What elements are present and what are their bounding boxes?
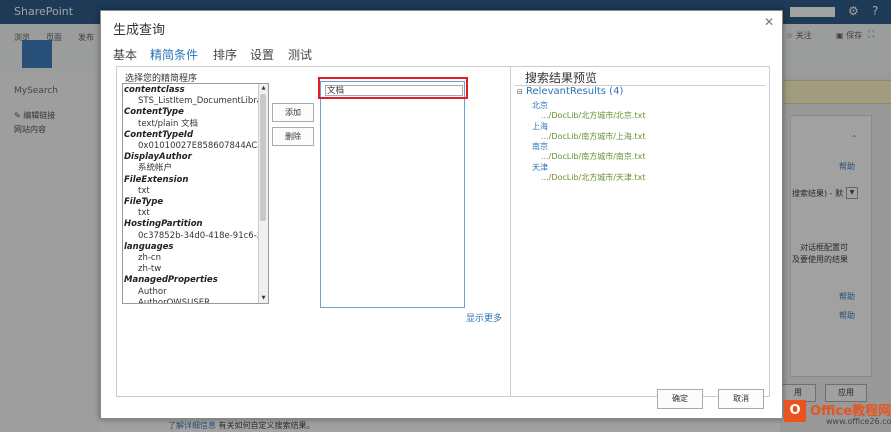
tab-test[interactable]: 测试 (288, 46, 312, 63)
tab-settings[interactable]: 设置 (250, 46, 274, 63)
scroll-down-icon[interactable]: ▼ (259, 294, 268, 303)
refiner-value[interactable]: 0c37852b-34d0-418e-91c6-2 (123, 230, 268, 242)
preview-title: 搜索结果预览 (525, 71, 598, 85)
close-icon[interactable]: ✕ (764, 15, 774, 29)
relevant-results-label[interactable]: RelevantResults (4) (526, 86, 623, 97)
refiner-group-header[interactable]: HostingPartition (123, 218, 256, 230)
result-url[interactable]: .../DocLib/南方城市/上海.txt (541, 131, 645, 142)
refiner-value[interactable]: STS_ListItem_DocumentLibra (123, 95, 268, 107)
refiner-group-header[interactable]: FileType (123, 196, 256, 208)
refiner-value[interactable]: zh-cn (123, 252, 268, 264)
refiner-value[interactable]: txt (123, 207, 268, 219)
tab-refiners[interactable]: 精简条件 (150, 46, 198, 63)
refiner-value[interactable]: Author (123, 286, 268, 298)
watermark: O Office教程网 www.office26.com (782, 398, 891, 430)
watermark-url: www.office26.com (826, 417, 891, 426)
refiner-value[interactable]: txt (123, 185, 268, 197)
scroll-thumb[interactable] (260, 94, 266, 221)
refiner-group-header[interactable]: ContentType (123, 106, 256, 118)
refiner-group-header[interactable]: FileExtension (123, 174, 256, 186)
result-url[interactable]: .../DocLib/北方城市/北京.txt (541, 110, 645, 121)
refiner-value[interactable]: 系统帐户 (123, 162, 268, 174)
cancel-button[interactable]: 取消 (718, 389, 764, 409)
tab-basic[interactable]: 基本 (113, 46, 137, 63)
office-logo-icon: O (784, 400, 806, 422)
refiners-panel: 选择您的精简程序 contentclass STS_ListItem_Docume… (116, 66, 511, 397)
refiner-value[interactable]: 0x01010027E858607844AC4 (123, 140, 268, 152)
dialog-title: 生成查询 (113, 23, 166, 38)
highlight-annotation (318, 77, 468, 99)
refiner-value[interactable]: AuthorOWSUSER (123, 297, 268, 303)
refiner-value[interactable]: zh-tw (123, 263, 268, 275)
scroll-up-icon[interactable]: ▲ (259, 84, 268, 93)
refiner-list-scrollbar[interactable]: ▲ ▼ (258, 84, 268, 303)
result-url[interactable]: .../DocLib/北方城市/天津.txt (541, 172, 645, 183)
tab-sorting[interactable]: 排序 (213, 46, 237, 63)
result-url[interactable]: .../DocLib/南方城市/南京.txt (541, 151, 645, 162)
refiner-list[interactable]: contentclass STS_ListItem_DocumentLibra Co… (122, 83, 269, 304)
collapse-toggle-icon[interactable]: ⊟ (517, 88, 523, 96)
refiner-group-header[interactable]: contentclass (123, 84, 256, 96)
refiner-group-header[interactable]: DisplayAuthor (123, 151, 256, 163)
refiner-value[interactable]: text/plain 文档 (123, 118, 268, 130)
remove-button[interactable]: 删除 (272, 127, 314, 146)
search-preview-panel: 搜索结果预览 ⊟ RelevantResults (4) 北京 .../DocLi… (510, 66, 770, 397)
add-button[interactable]: 添加 (272, 103, 314, 122)
show-more-link[interactable]: 显示更多 (466, 311, 502, 324)
ok-button[interactable]: 确定 (657, 389, 703, 409)
refiner-group-header[interactable]: languages (123, 241, 256, 253)
build-query-dialog: 生成查询 ✕ 基本 精简条件 排序 设置 测试 选择您的精简程序 content… (100, 10, 783, 419)
selected-refiners-list[interactable]: 文档 (320, 81, 465, 308)
refiner-group-header[interactable]: ContentTypeId (123, 129, 256, 141)
refiner-group-header[interactable]: ManagedProperties (123, 274, 256, 286)
